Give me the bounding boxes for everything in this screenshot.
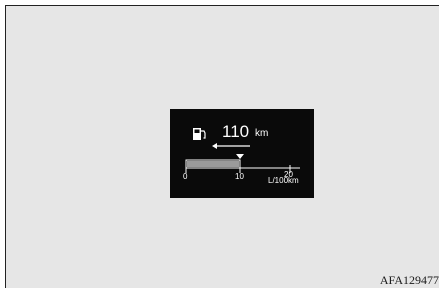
figure-code: AFA129477 — [379, 273, 439, 287]
illustration-frame: 110 km 0 10 20 L/100km AFA129477 — [5, 5, 439, 288]
average-marker-icon — [236, 154, 244, 159]
tick-label-10: 10 — [235, 172, 244, 181]
range-arrow-icon — [212, 143, 217, 149]
consumption-bar-fill — [187, 161, 239, 167]
tick-label-0: 0 — [183, 172, 188, 181]
consumption-unit: L/100km — [268, 176, 299, 185]
multi-info-display: 110 km 0 10 20 L/100km — [170, 109, 314, 198]
